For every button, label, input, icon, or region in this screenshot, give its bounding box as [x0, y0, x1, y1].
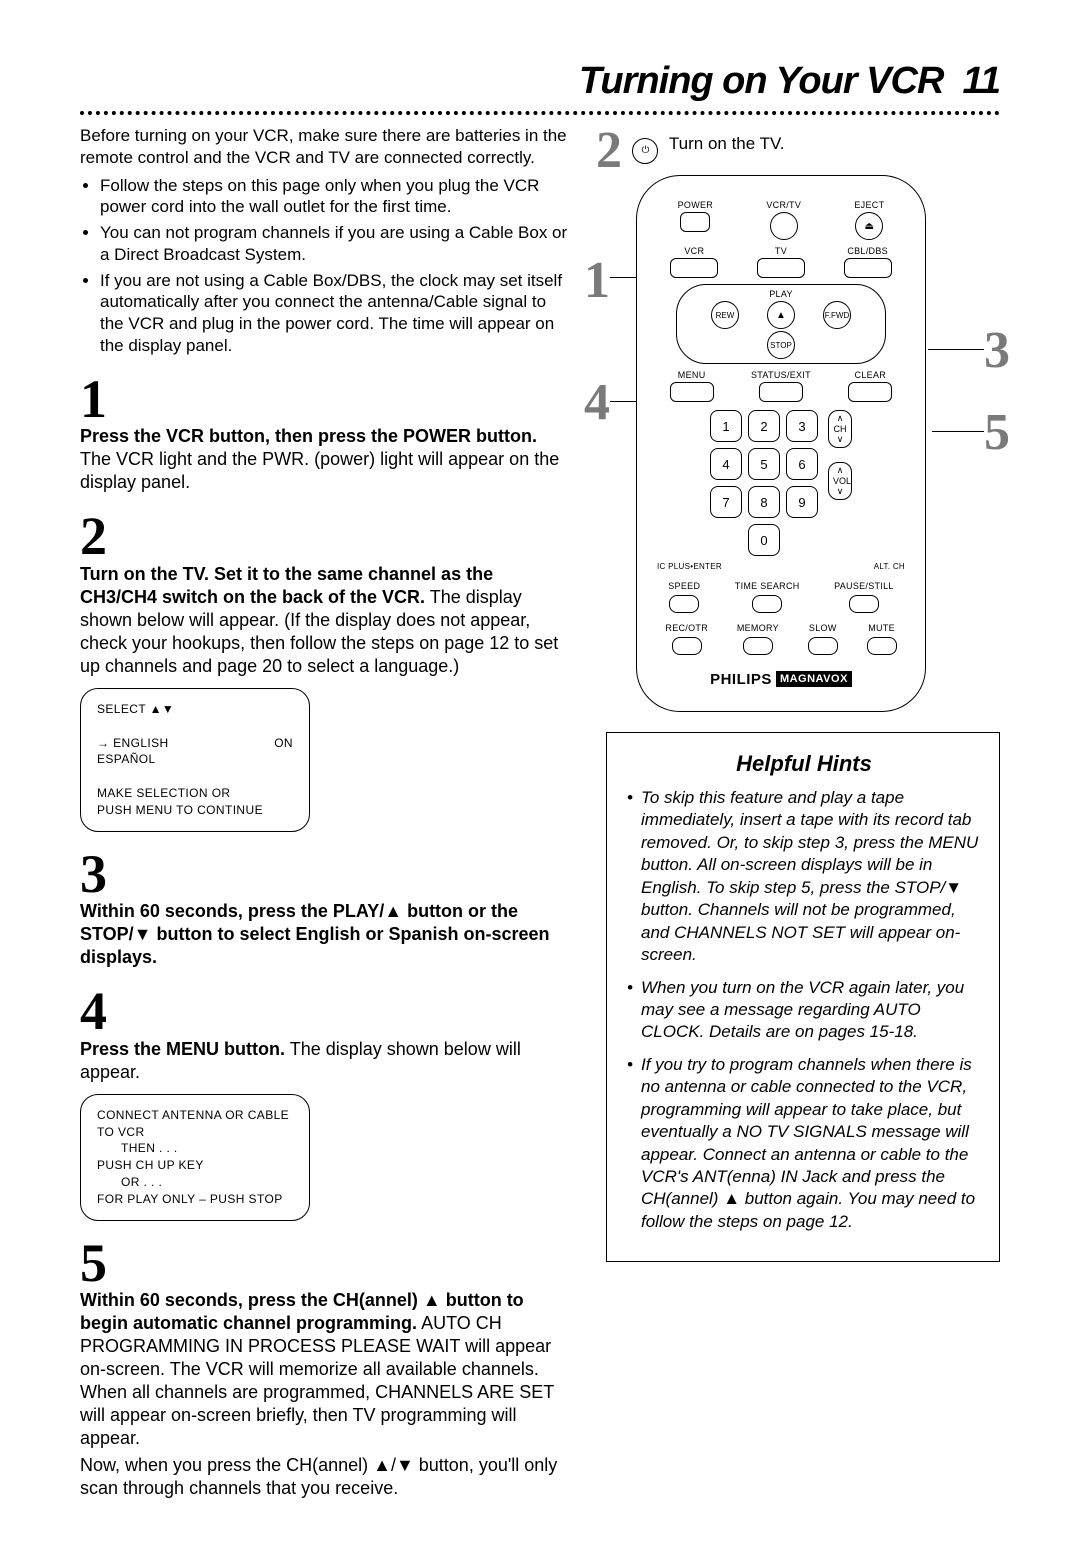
osd-line: → ENGLISH ON — [97, 735, 293, 752]
osd-line: OR . . . — [97, 1174, 293, 1191]
leader-line — [932, 431, 984, 432]
callout-num: 1 — [584, 251, 610, 310]
num-5[interactable]: 5 — [748, 448, 780, 480]
step-text: Within 60 seconds, press the CH(annel) ▲… — [80, 1289, 570, 1450]
osd-line: ESPAÑOL — [97, 751, 293, 768]
label: ALT. CH — [874, 562, 905, 571]
leader-line — [928, 349, 984, 350]
osd-line: PUSH CH UP KEY — [97, 1157, 293, 1174]
hint-item: If you try to program channels when ther… — [641, 1054, 981, 1234]
stop-button[interactable]: STOP — [767, 331, 795, 359]
hint-item: To skip this feature and play a tape imm… — [641, 787, 981, 967]
power-button[interactable] — [680, 212, 710, 232]
callout-num: 5 — [984, 403, 1010, 462]
vcr-tv-button[interactable] — [770, 212, 798, 240]
step-text: Press the MENU button. The display shown… — [80, 1038, 570, 1084]
memory-button[interactable] — [743, 637, 773, 655]
right-column: 2 ⏻ Turn on the TV. 1 4 3 5 POWER — [606, 125, 1000, 1505]
manual-page: Turning on Your VCR 11 Before turning on… — [0, 0, 1080, 1545]
vol-rocker[interactable]: ∧ VOL ∨ — [828, 462, 852, 500]
status-exit-button[interactable] — [759, 382, 803, 402]
callout-num: 3 — [984, 321, 1010, 380]
play-button[interactable]: ▲ — [767, 301, 795, 329]
callout-num: 4 — [584, 373, 610, 432]
page-number: 11 — [963, 60, 1000, 102]
tv-button[interactable] — [757, 258, 805, 278]
osd-line: SELECT ▲▼ — [97, 701, 293, 718]
osd-line: TO VCR — [97, 1124, 293, 1141]
left-column: Before turning on your VCR, make sure th… — [80, 125, 570, 1505]
osd-line: CONNECT ANTENNA OR CABLE — [97, 1107, 293, 1124]
mute-button[interactable] — [867, 637, 897, 655]
step-heading: Press the VCR button, then press the POW… — [80, 426, 537, 446]
osd-language-select: SELECT ▲▼ → ENGLISH ON ESPAÑOL MAKE SELE… — [80, 688, 310, 832]
rec-otr-button[interactable] — [672, 637, 702, 655]
turn-on-tv-text: Turn on the TV. — [669, 134, 785, 153]
eject-button[interactable]: ⏏ — [855, 212, 883, 240]
vcr-button[interactable] — [670, 258, 718, 278]
helpful-hints-box: Helpful Hints To skip this feature and p… — [606, 732, 1000, 1262]
brand-logo: PHILIPSMAGNAVOX — [651, 671, 911, 689]
num-3[interactable]: 3 — [786, 410, 818, 442]
step-heading: Press the MENU button. — [80, 1039, 285, 1059]
cbl-dbs-button[interactable] — [844, 258, 892, 278]
remote-outline: POWER VCR/TV EJECT⏏ VCR TV CBL/DBS PLAY … — [636, 175, 926, 712]
step-number: 2 — [80, 512, 570, 561]
osd-line: PUSH MENU TO CONTINUE — [97, 802, 293, 819]
step-number: 1 — [80, 375, 570, 424]
osd-line: THEN . . . — [97, 1140, 293, 1157]
num-4[interactable]: 4 — [710, 448, 742, 480]
divider — [80, 111, 1000, 115]
intro-bullet: You can not program channels if you are … — [100, 222, 570, 266]
step-text: Press the VCR button, then press the POW… — [80, 425, 570, 494]
remote-diagram: 2 ⏻ Turn on the TV. 1 4 3 5 POWER — [606, 125, 1000, 712]
hints-title: Helpful Hints — [627, 751, 981, 777]
osd-line: MAKE SELECTION OR — [97, 785, 293, 802]
step-body: AUTO CH PROGRAMMING IN PROCESS PLEASE WA… — [80, 1313, 554, 1448]
title-text: Turning on Your VCR — [579, 60, 944, 102]
num-7[interactable]: 7 — [710, 486, 742, 518]
intro-bullet: If you are not using a Cable Box/DBS, th… — [100, 270, 570, 357]
ffwd-button[interactable]: F.FWD — [823, 301, 851, 329]
page-title: Turning on Your VCR 11 — [80, 60, 1000, 103]
step-text: Within 60 seconds, press the PLAY/▲ butt… — [80, 900, 570, 969]
step-text: Turn on the TV. Set it to the same chann… — [80, 563, 570, 678]
pause-still-button[interactable] — [849, 595, 879, 613]
step-number: 3 — [80, 850, 570, 899]
num-1[interactable]: 1 — [710, 410, 742, 442]
num-9[interactable]: 9 — [786, 486, 818, 518]
step-number: 5 — [80, 1239, 570, 1288]
speed-button[interactable] — [669, 595, 699, 613]
number-pad: 1 2 3 4 5 6 7 8 9 0 — [710, 410, 818, 556]
num-8[interactable]: 8 — [748, 486, 780, 518]
time-search-button[interactable] — [752, 595, 782, 613]
step2-caption: 2 ⏻ Turn on the TV. — [596, 121, 785, 180]
step-heading: Within 60 seconds, press the PLAY/▲ butt… — [80, 901, 550, 967]
intro-bullet-list: Follow the steps on this page only when … — [80, 175, 570, 357]
clear-button[interactable] — [848, 382, 892, 402]
slow-button[interactable] — [808, 637, 838, 655]
hint-item: When you turn on the VCR again later, yo… — [641, 977, 981, 1044]
osd-line: FOR PLAY ONLY – PUSH STOP — [97, 1191, 293, 1208]
num-6[interactable]: 6 — [786, 448, 818, 480]
power-icon: ⏻ — [632, 138, 658, 164]
step-number: 4 — [80, 987, 570, 1036]
ch-rocker[interactable]: ∧ CH ∨ — [828, 410, 852, 448]
transport-oval: PLAY REW ▲ F.FWD STOP — [676, 284, 886, 364]
label: IC PLUS•ENTER — [657, 562, 722, 571]
bottom-row-2: REC/OTR MEMORY SLOW MUTE — [651, 623, 911, 655]
intro-bullet: Follow the steps on this page only when … — [100, 175, 570, 219]
bottom-row-1: SPEED TIME SEARCH PAUSE/STILL — [651, 581, 911, 613]
osd-connect-antenna: CONNECT ANTENNA OR CABLE TO VCR THEN . .… — [80, 1094, 310, 1221]
step-tail: Now, when you press the CH(annel) ▲/▼ bu… — [80, 1454, 570, 1500]
menu-button[interactable] — [670, 382, 714, 402]
intro-paragraph: Before turning on your VCR, make sure th… — [80, 125, 570, 169]
step-body: The VCR light and the PWR. (power) light… — [80, 449, 559, 492]
rew-button[interactable]: REW — [711, 301, 739, 329]
num-2[interactable]: 2 — [748, 410, 780, 442]
callout-num: 2 — [596, 122, 622, 179]
num-0[interactable]: 0 — [748, 524, 780, 556]
